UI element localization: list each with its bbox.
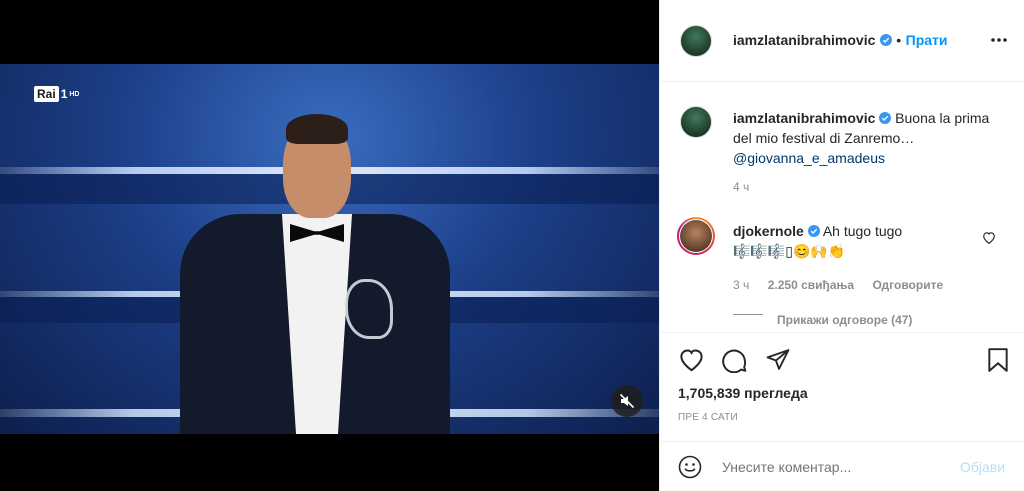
author-avatar[interactable] (680, 25, 712, 57)
mute-toggle-button[interactable] (611, 385, 643, 417)
media-area: Rai 1 HD (0, 0, 659, 491)
comments-list: iamzlatanibrahimovic Buona la prima del … (660, 82, 1024, 332)
comment-like-heart-icon[interactable] (982, 231, 996, 244)
caption-time: 4 ч (733, 180, 750, 194)
follow-button[interactable]: Прати (906, 32, 948, 48)
post-comment-button[interactable]: Објави (960, 459, 1005, 475)
header-user-row: iamzlatanibrahimovic • Прати (733, 32, 948, 50)
views-count[interactable]: 1,705,839 прегледа (678, 385, 808, 401)
video-player[interactable]: Rai 1 HD (0, 64, 659, 434)
caption: iamzlatanibrahimovic Buona la prima del … (733, 108, 1003, 168)
view-replies-button[interactable]: Прикажи одговоре (47) (777, 313, 912, 327)
author-username[interactable]: iamzlatanibrahimovic (733, 32, 875, 48)
commenter-avatar (680, 220, 712, 252)
caption-mention-link[interactable]: @giovanna_e_amadeus (733, 150, 885, 166)
channel-logo-hd: HD (69, 90, 80, 98)
verified-badge-icon (879, 34, 892, 46)
share-send-icon[interactable] (765, 347, 791, 372)
comment-reply-button[interactable]: Одговорите (873, 278, 944, 292)
emoji-smiley-icon[interactable] (678, 455, 702, 479)
comment-emojis: 🎼🎼🎼▯😊🙌👏 (733, 243, 846, 259)
post-sidebar: iamzlatanibrahimovic • Прати iamzlatanib… (659, 0, 1024, 491)
replies-divider-line (733, 314, 763, 315)
comment-username[interactable]: djokernole (733, 223, 804, 239)
comment-text: Ah tugo tugo (822, 223, 903, 239)
comment-time: 3 ч (733, 278, 750, 292)
comment-input[interactable] (722, 456, 942, 478)
video-subject (150, 104, 480, 434)
save-bookmark-icon[interactable] (986, 347, 1010, 373)
post-header: iamzlatanibrahimovic • Прати (660, 0, 1024, 82)
add-comment-bar: Објави (660, 441, 1024, 491)
channel-logo-rai: Rai (34, 86, 59, 102)
channel-logo: Rai 1 HD (34, 86, 80, 102)
comment-likes-count[interactable]: 2.250 свиђања (768, 278, 854, 292)
caption-username[interactable]: iamzlatanibrahimovic (733, 110, 875, 126)
speaker-muted-icon (619, 393, 635, 409)
header-separator: • (896, 32, 902, 48)
commenter-story-ring[interactable] (677, 217, 715, 255)
comment-meta-row: 3 ч 2.250 свиђања Одговорите (733, 276, 943, 294)
caption-author-avatar[interactable] (680, 106, 712, 138)
comment: djokernole Ah tugo tugo 🎼🎼🎼▯😊🙌👏 (733, 221, 973, 261)
verified-badge-icon (879, 112, 892, 124)
comment-bubble-icon[interactable] (722, 347, 748, 373)
post-actions: 1,705,839 прегледа ПРЕ 4 САТИ (660, 332, 1024, 442)
more-dots-icon[interactable] (990, 35, 1008, 45)
post-timestamp[interactable]: ПРЕ 4 САТИ (678, 412, 738, 423)
verified-badge-icon (807, 225, 820, 237)
channel-logo-number: 1 (60, 87, 68, 101)
like-heart-icon[interactable] (678, 347, 705, 372)
